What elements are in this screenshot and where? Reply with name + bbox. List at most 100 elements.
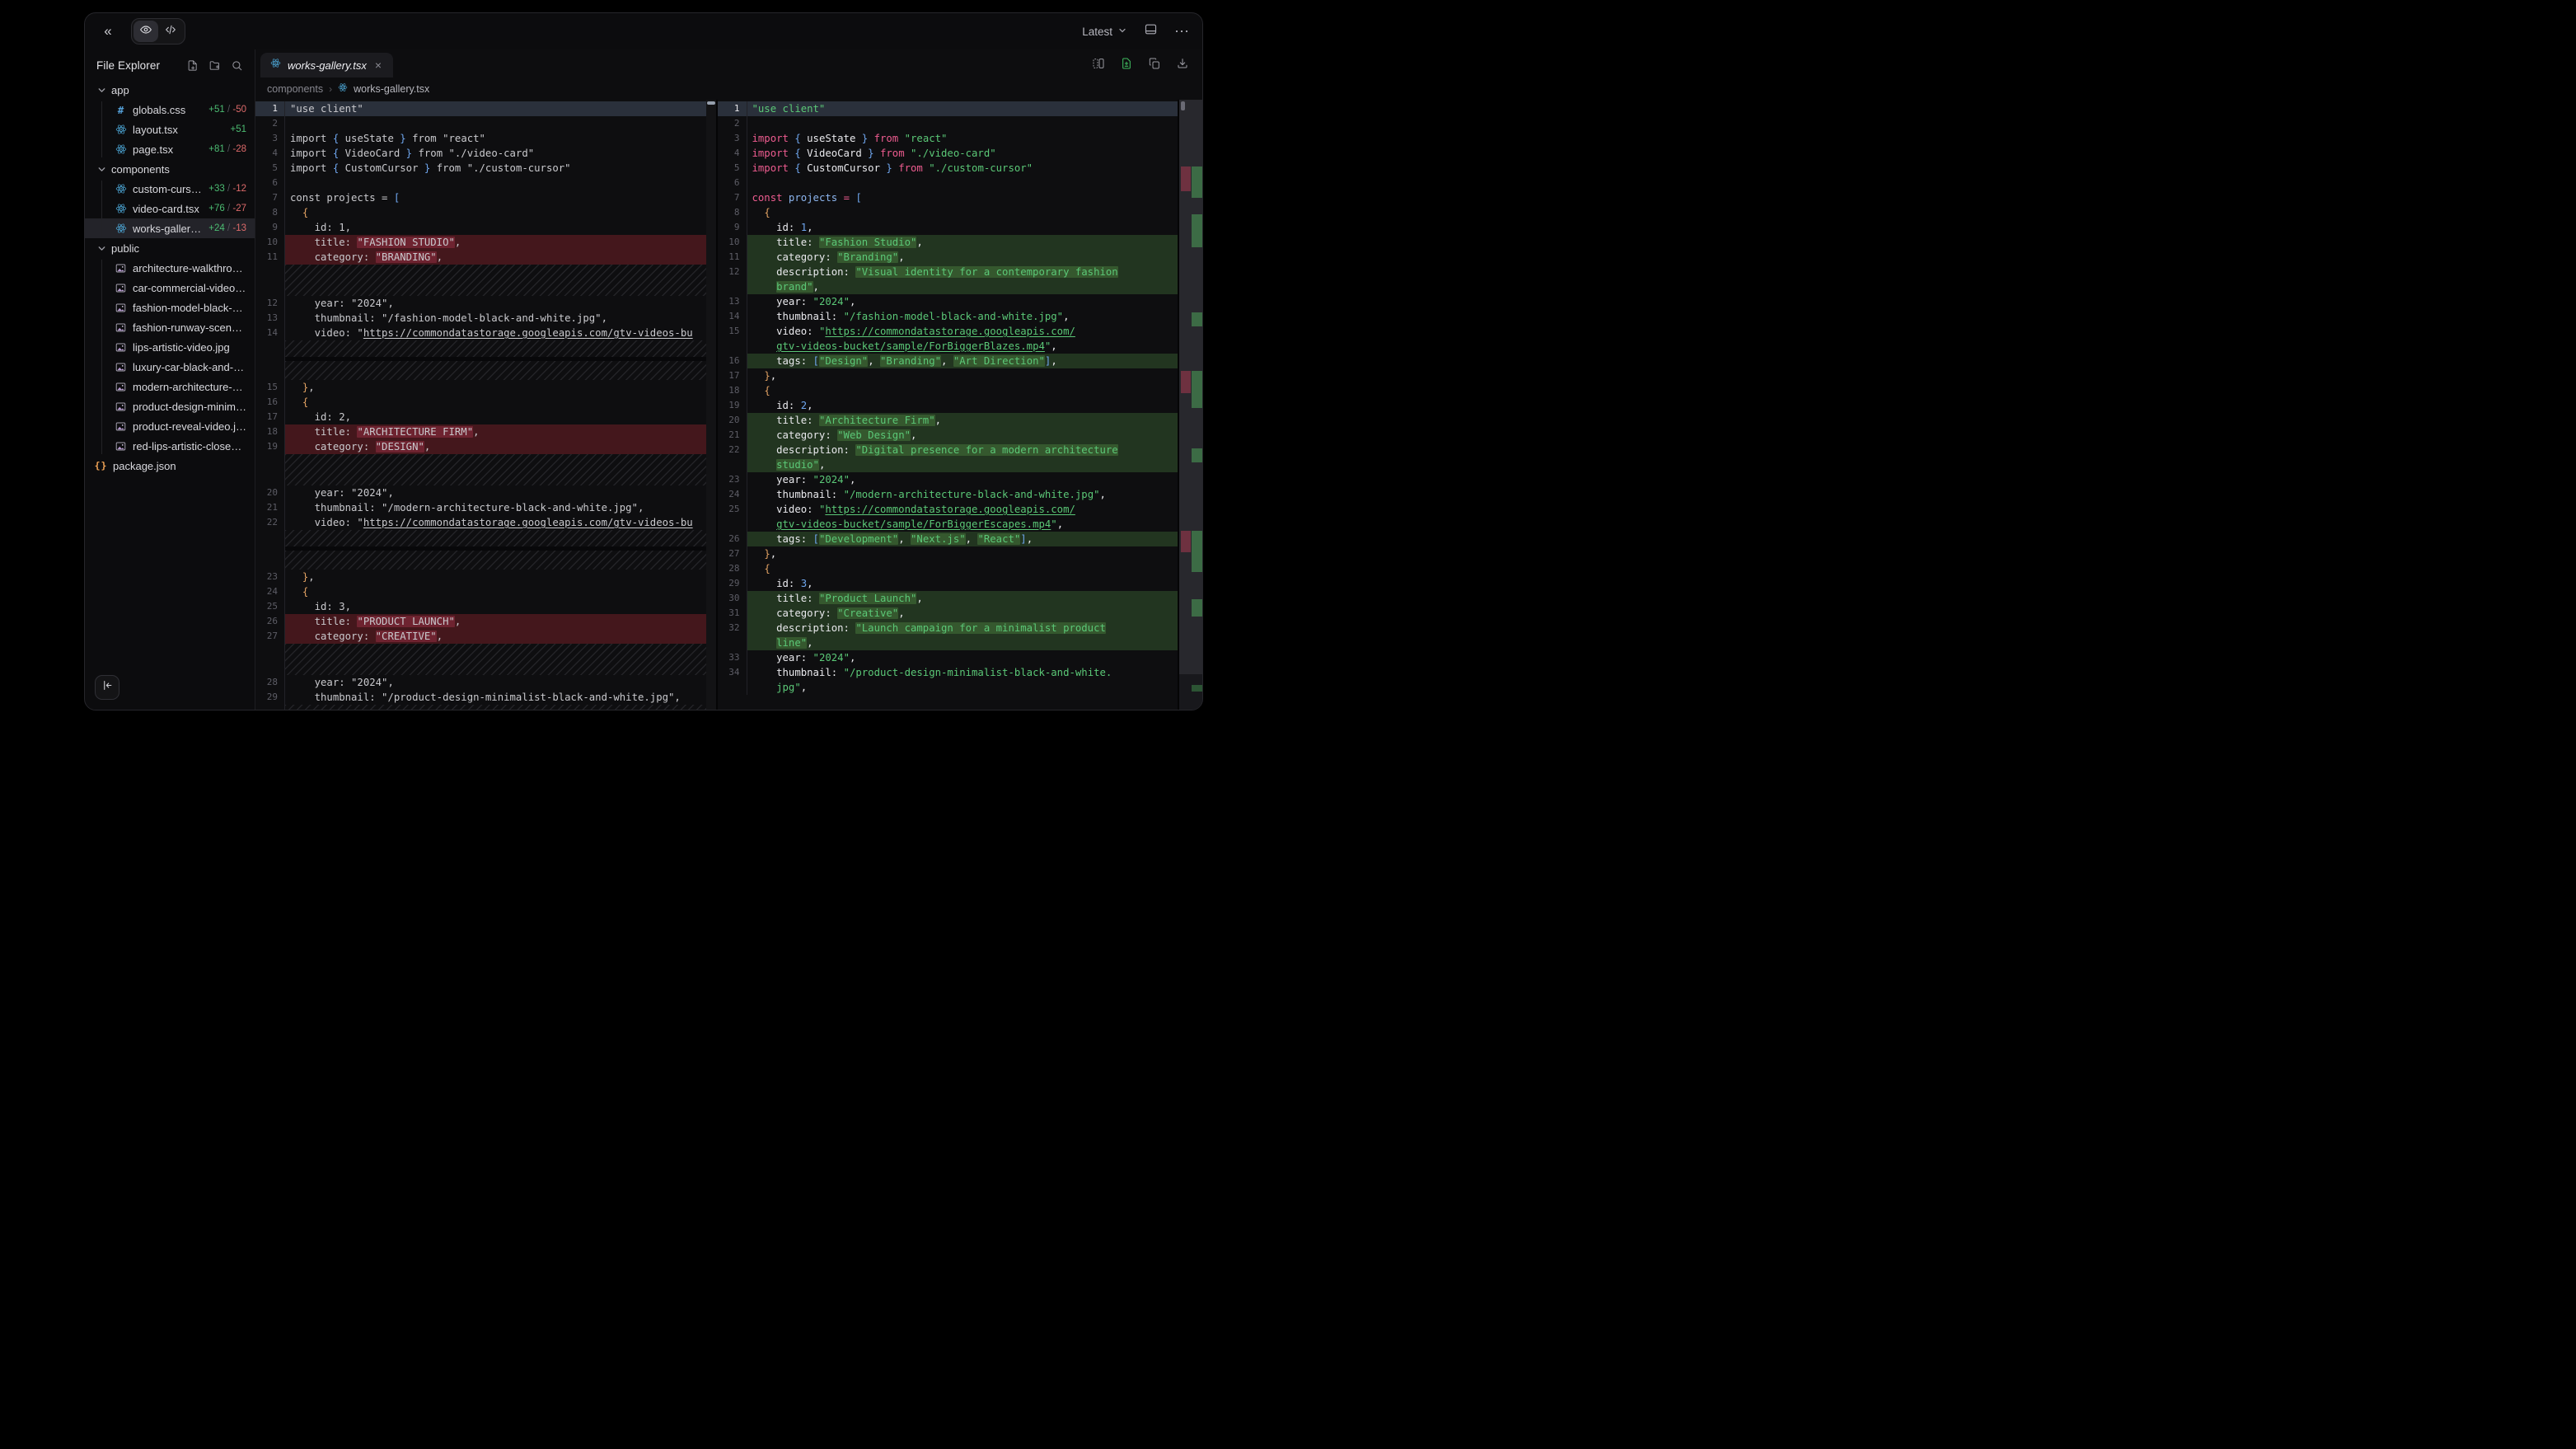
line-number[interactable]: 17 bbox=[718, 368, 747, 383]
line-number[interactable]: 23 bbox=[718, 472, 747, 487]
tree-folder-app[interactable]: app bbox=[85, 80, 255, 100]
line-number[interactable] bbox=[718, 680, 747, 695]
line-number[interactable]: 34 bbox=[718, 665, 747, 680]
line-number[interactable] bbox=[718, 635, 747, 650]
collapse-panel-button[interactable]: « bbox=[96, 20, 119, 43]
line-number[interactable]: 18 bbox=[718, 383, 747, 398]
line-number[interactable]: 32 bbox=[718, 621, 747, 635]
tree-file-globals.css[interactable]: #globals.css+51 / -50 bbox=[85, 100, 255, 120]
tree-file-video-card.tsx[interactable]: video-card.tsx+76 / -27 bbox=[85, 199, 255, 218]
line-number[interactable]: 21 bbox=[255, 500, 285, 515]
tree-file-red-lips-artistic-close-[interactable]: red-lips-artistic-close… bbox=[85, 436, 255, 456]
search-icon[interactable] bbox=[231, 59, 243, 72]
tree-file-car-commercial-video-[interactable]: car-commercial-video… bbox=[85, 278, 255, 298]
line-number[interactable]: 24 bbox=[255, 584, 285, 599]
line-number[interactable]: 5 bbox=[255, 161, 285, 176]
line-number[interactable]: 16 bbox=[718, 354, 747, 368]
line-number[interactable]: 22 bbox=[255, 515, 285, 530]
tree-file-fashion-runway-scen-[interactable]: fashion-runway-scen… bbox=[85, 317, 255, 337]
tree-file-product-design-minim-[interactable]: product-design-minim… bbox=[85, 396, 255, 416]
tree-file-fashion-model-black-[interactable]: fashion-model-black-… bbox=[85, 298, 255, 317]
diff-marker-removed[interactable] bbox=[1181, 531, 1191, 552]
line-number[interactable]: 23 bbox=[255, 570, 285, 584]
line-number[interactable]: 25 bbox=[255, 599, 285, 614]
diff-pane-old[interactable]: 1"use client"23import { useState } from … bbox=[255, 100, 718, 710]
preview-toggle-button[interactable] bbox=[133, 21, 158, 42]
line-number[interactable]: 25 bbox=[718, 502, 747, 517]
split-view-icon[interactable] bbox=[1092, 57, 1105, 70]
line-number[interactable]: 26 bbox=[255, 614, 285, 629]
line-number[interactable]: 9 bbox=[718, 220, 747, 235]
line-number[interactable]: 21 bbox=[718, 428, 747, 443]
line-number[interactable]: 13 bbox=[255, 311, 285, 326]
line-number[interactable]: 3 bbox=[718, 131, 747, 146]
line-number[interactable]: 6 bbox=[718, 176, 747, 190]
close-tab-icon[interactable]: × bbox=[373, 58, 383, 73]
left-pane-scrollbar[interactable] bbox=[706, 100, 716, 710]
diff-view-icon[interactable] bbox=[1120, 57, 1133, 70]
more-menu-button[interactable]: ⋯ bbox=[1174, 27, 1189, 35]
breadcrumb-file[interactable]: works-gallery.tsx bbox=[354, 83, 429, 95]
line-number[interactable] bbox=[718, 279, 747, 294]
breadcrumb-folder[interactable]: components bbox=[267, 83, 323, 95]
diff-marker-added[interactable] bbox=[1192, 312, 1202, 326]
tab-works-gallery[interactable]: works-gallery.tsx × bbox=[260, 53, 393, 77]
line-number[interactable]: 12 bbox=[255, 296, 285, 311]
line-number[interactable]: 29 bbox=[718, 576, 747, 591]
code-toggle-button[interactable] bbox=[158, 21, 183, 42]
line-number[interactable]: 19 bbox=[718, 398, 747, 413]
line-number[interactable]: 7 bbox=[255, 190, 285, 205]
line-number[interactable]: 31 bbox=[718, 606, 747, 621]
line-number[interactable]: 24 bbox=[718, 487, 747, 502]
version-dropdown[interactable]: Latest bbox=[1082, 26, 1127, 38]
diff-marker-added[interactable] bbox=[1192, 531, 1202, 572]
line-number[interactable]: 17 bbox=[255, 410, 285, 424]
line-number[interactable]: 3 bbox=[255, 131, 285, 146]
line-number[interactable]: 10 bbox=[255, 235, 285, 250]
line-number[interactable]: 16 bbox=[255, 395, 285, 410]
line-number[interactable]: 29 bbox=[255, 690, 285, 705]
tree-file-layout.tsx[interactable]: layout.tsx+51 bbox=[85, 120, 255, 139]
panel-layout-button[interactable] bbox=[1144, 22, 1158, 40]
diff-marker-added[interactable] bbox=[1192, 685, 1202, 692]
line-number[interactable]: 15 bbox=[718, 324, 747, 339]
diff-overview-ruler[interactable] bbox=[1178, 100, 1202, 710]
tree-file-product-reveal-video.j-[interactable]: product-reveal-video.j… bbox=[85, 416, 255, 436]
line-number[interactable]: 20 bbox=[255, 485, 285, 500]
line-number[interactable]: 6 bbox=[255, 176, 285, 190]
tree-file-package.json[interactable]: {}package.json bbox=[85, 456, 255, 476]
line-number[interactable]: 30 bbox=[718, 591, 747, 606]
line-number[interactable]: 18 bbox=[255, 424, 285, 439]
new-folder-icon[interactable] bbox=[208, 59, 221, 72]
tree-folder-public[interactable]: public bbox=[85, 238, 255, 258]
tree-file-custom-curs-[interactable]: custom-curs…+33 / -12 bbox=[85, 179, 255, 199]
line-number[interactable]: 26 bbox=[718, 532, 747, 546]
download-icon[interactable] bbox=[1176, 57, 1189, 70]
diff-marker-added[interactable] bbox=[1192, 214, 1202, 247]
diff-marker-removed[interactable] bbox=[1181, 166, 1191, 191]
line-number[interactable]: 8 bbox=[255, 205, 285, 220]
line-number[interactable] bbox=[718, 339, 747, 354]
line-number[interactable]: 20 bbox=[718, 413, 747, 428]
line-number[interactable]: 2 bbox=[255, 116, 285, 131]
new-file-icon[interactable] bbox=[186, 59, 199, 72]
line-number[interactable]: 8 bbox=[718, 205, 747, 220]
line-number[interactable]: 14 bbox=[718, 309, 747, 324]
line-number[interactable] bbox=[718, 517, 747, 532]
line-number[interactable]: 15 bbox=[255, 380, 285, 395]
diff-marker-added[interactable] bbox=[1192, 371, 1202, 408]
line-number[interactable]: 12 bbox=[718, 265, 747, 279]
tree-file-modern-architecture-[interactable]: modern-architecture-… bbox=[85, 377, 255, 396]
tree-file-works-galler-[interactable]: works-galler…+24 / -13 bbox=[85, 218, 255, 238]
tree-file-luxury-car-black-and-[interactable]: luxury-car-black-and-… bbox=[85, 357, 255, 377]
diff-marker-added[interactable] bbox=[1192, 166, 1202, 198]
diff-marker-removed[interactable] bbox=[1181, 371, 1191, 393]
scrollbar-thumb[interactable] bbox=[1181, 101, 1185, 110]
collapse-sidebar-button[interactable] bbox=[95, 675, 119, 700]
line-number[interactable]: 27 bbox=[255, 629, 285, 644]
line-number[interactable]: 11 bbox=[718, 250, 747, 265]
line-number[interactable]: 4 bbox=[255, 146, 285, 161]
tree-folder-components[interactable]: components bbox=[85, 159, 255, 179]
line-number[interactable]: 28 bbox=[255, 675, 285, 690]
scrollbar-thumb[interactable] bbox=[707, 101, 715, 105]
